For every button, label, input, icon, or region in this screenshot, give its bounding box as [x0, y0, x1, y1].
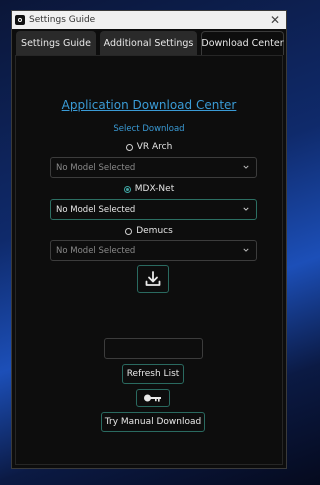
- radio-label: MDX-Net: [134, 184, 175, 194]
- demucs-model-select[interactable]: No Model Selected: [50, 240, 257, 261]
- chevron-down-icon: [243, 165, 249, 169]
- download-button[interactable]: [137, 265, 169, 293]
- download-icon: [145, 271, 161, 286]
- settings-guide-window: Settings Guide ✕ Settings Guide Addition…: [11, 10, 287, 469]
- radio-vr-arch[interactable]: VR Arch: [16, 142, 282, 152]
- key-button[interactable]: [136, 389, 170, 407]
- radio-label: VR Arch: [136, 142, 173, 152]
- tab-download-center[interactable]: Download Center: [201, 31, 284, 55]
- title-bar: Settings Guide ✕: [12, 11, 286, 29]
- radio-demucs[interactable]: Demucs: [16, 226, 282, 236]
- mdx-net-model-select[interactable]: No Model Selected: [50, 199, 257, 220]
- close-button[interactable]: ✕: [270, 12, 280, 28]
- radio-label: Demucs: [136, 226, 173, 236]
- app-icon: [15, 15, 25, 25]
- page-title[interactable]: Application Download Center: [16, 98, 282, 112]
- select-value: No Model Selected: [56, 204, 136, 215]
- tab-settings-guide[interactable]: Settings Guide: [16, 31, 96, 55]
- download-center-panel: Application Download Center Select Downl…: [15, 55, 283, 465]
- select-value: No Model Selected: [56, 162, 136, 173]
- vr-arch-model-select[interactable]: No Model Selected: [50, 157, 257, 178]
- select-download-label: Select Download: [113, 124, 185, 134]
- chevron-down-icon: [243, 248, 249, 252]
- download-progress-field: [104, 338, 203, 359]
- select-value: No Model Selected: [56, 245, 136, 256]
- radio-circle-icon[interactable]: [125, 143, 133, 151]
- window-title: Settings Guide: [29, 15, 96, 25]
- refresh-list-button[interactable]: Refresh List: [122, 364, 184, 384]
- radio-circle-icon[interactable]: [123, 185, 131, 193]
- try-manual-download-button[interactable]: Try Manual Download: [101, 412, 205, 432]
- chevron-down-icon: [243, 207, 249, 211]
- tab-additional-settings[interactable]: Additional Settings: [100, 31, 197, 55]
- key-icon: [144, 394, 161, 402]
- radio-circle-icon[interactable]: [125, 227, 133, 235]
- radio-mdx-net[interactable]: MDX-Net: [16, 184, 282, 194]
- tab-bar: Settings Guide Additional Settings Downl…: [16, 31, 284, 55]
